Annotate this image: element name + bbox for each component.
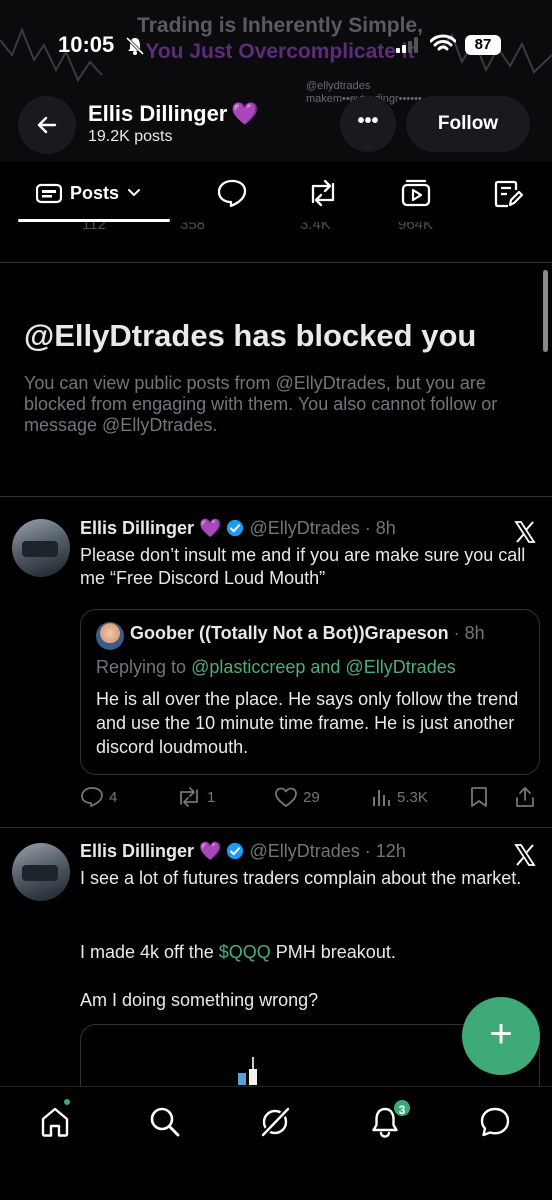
- bell-slash-icon: [125, 36, 145, 56]
- cellular-signal-icon: [396, 37, 418, 53]
- author-name[interactable]: Ellis Dillinger: [80, 841, 194, 861]
- like-button[interactable]: 29: [274, 786, 320, 808]
- tweet-text-line2-suffix: PMH breakout.: [270, 942, 396, 962]
- tweet-actions: 4 1 29 5.3K: [80, 786, 540, 812]
- battery-indicator: 87: [465, 35, 501, 55]
- avatar[interactable]: [12, 843, 70, 901]
- replying-to-prefix: Replying to: [96, 657, 192, 677]
- heart-icon: [275, 787, 297, 807]
- repost-button[interactable]: 1: [176, 786, 215, 808]
- divider: [0, 827, 552, 828]
- compose-post-button[interactable]: +: [462, 997, 540, 1075]
- cashtag-link[interactable]: $QQQ: [219, 942, 271, 962]
- status-bar: 10:05 87: [0, 30, 552, 60]
- tab-reposts[interactable]: [306, 178, 340, 208]
- like-count: 29: [303, 788, 320, 806]
- home-icon[interactable]: [38, 1105, 72, 1139]
- search-icon[interactable]: [148, 1105, 182, 1139]
- tab-posts-label: Posts: [70, 182, 120, 203]
- quoted-post-text: He is all over the place. He says only f…: [96, 689, 519, 757]
- scrollbar[interactable]: [543, 270, 548, 352]
- views-button[interactable]: 5.3K: [370, 786, 428, 808]
- author-name[interactable]: Ellis Dillinger: [80, 518, 194, 538]
- grok-icon[interactable]: [258, 1105, 292, 1139]
- blocked-description: You can view public posts from @EllyDtra…: [24, 373, 498, 435]
- purple-heart-icon: 💜: [231, 101, 259, 126]
- reply-button[interactable]: 4: [80, 786, 117, 808]
- tweet-text-line3: Am I doing something wrong?: [80, 990, 319, 1010]
- repost-icon: [180, 787, 198, 807]
- views-chart-icon: [373, 790, 390, 806]
- candle: [238, 1073, 246, 1085]
- avatar: [96, 622, 124, 650]
- candle: [249, 1069, 257, 1085]
- previous-post-actions: 112 358 3.4K 964K: [0, 222, 552, 236]
- more-options-button[interactable]: •••: [340, 96, 396, 152]
- tab-media[interactable]: [400, 178, 432, 208]
- author-handle-time: @EllyDtrades · 8h: [249, 518, 396, 538]
- purple-heart-icon: 💜: [199, 841, 222, 861]
- replying-to: Replying to @plasticcreep and @EllyDtrad…: [96, 657, 456, 678]
- purple-heart-icon: 💜: [199, 518, 222, 538]
- tweet-text-line2: I made 4k off the $QQQ PMH breakout.: [80, 941, 535, 964]
- tweet-text-line2-prefix: I made 4k off the: [80, 942, 219, 962]
- repost-count: 1: [207, 788, 216, 806]
- tab-posts[interactable]: Posts: [36, 178, 141, 208]
- peek-replies: 112: [82, 222, 106, 233]
- notifications-badge: 3: [392, 1098, 412, 1118]
- profile-tab-bar: Posts: [0, 162, 552, 222]
- tweet-text-line1: I see a lot of futures traders complain …: [80, 868, 522, 888]
- verified-badge-icon: [227, 842, 244, 860]
- profile-post-count: 19.2K posts: [88, 128, 173, 145]
- messages-icon[interactable]: [478, 1105, 512, 1139]
- verified-badge-icon: [227, 519, 244, 537]
- author-handle-time: @EllyDtrades · 12h: [249, 841, 406, 861]
- quoted-author-name: Goober ((Totally Not a Bot))Grapeson: [130, 623, 449, 643]
- replying-to-handles[interactable]: @plasticcreep and @EllyDtrades: [191, 657, 456, 677]
- peek-views: 964K: [398, 222, 434, 233]
- bookmark-icon[interactable]: [469, 786, 489, 808]
- tab-articles[interactable]: [492, 178, 524, 210]
- wifi-icon: [430, 34, 456, 51]
- follow-button[interactable]: Follow: [406, 96, 530, 152]
- quoted-post-time: · 8h: [448, 623, 485, 643]
- profile-name: Ellis Dillinger 💜: [88, 101, 259, 127]
- home-unread-dot: [62, 1097, 72, 1107]
- peek-likes: 3.4K: [300, 222, 331, 233]
- banner-social-line1: @ellydtrades: [306, 80, 371, 92]
- divider: [0, 262, 552, 263]
- avatar[interactable]: [12, 519, 70, 577]
- share-icon[interactable]: [514, 786, 536, 808]
- back-button[interactable]: [18, 96, 76, 154]
- posts-tab-icon: [36, 183, 62, 204]
- peek-reposts: 358: [180, 222, 206, 233]
- quoted-post[interactable]: Goober ((Totally Not a Bot))Grapeson · 8…: [80, 609, 540, 775]
- reply-count: 4: [109, 788, 118, 806]
- blocked-title: @EllyDtrades has blocked you: [24, 318, 477, 353]
- status-time: 10:05: [58, 32, 115, 57]
- reply-icon: [81, 787, 103, 807]
- tab-replies[interactable]: [216, 178, 248, 208]
- x-logo-icon: [514, 844, 536, 866]
- tweet-header: Ellis Dillinger 💜 @EllyDtrades · 12h: [80, 841, 406, 862]
- tweet-header: Ellis Dillinger 💜 @EllyDtrades · 8h: [80, 518, 396, 539]
- profile-name-text: Ellis Dillinger: [88, 101, 228, 126]
- view-count: 5.3K: [397, 788, 428, 806]
- divider: [0, 496, 552, 497]
- tweet-text: Please don’t insult me and if you are ma…: [80, 545, 526, 588]
- x-logo-icon: [514, 521, 536, 543]
- chevron-down-icon: [128, 189, 141, 197]
- arrow-left-icon: [37, 116, 57, 134]
- bottom-navigation: 3: [0, 1086, 552, 1200]
- quoted-post-header: Goober ((Totally Not a Bot))Grapeson · 8…: [130, 623, 485, 644]
